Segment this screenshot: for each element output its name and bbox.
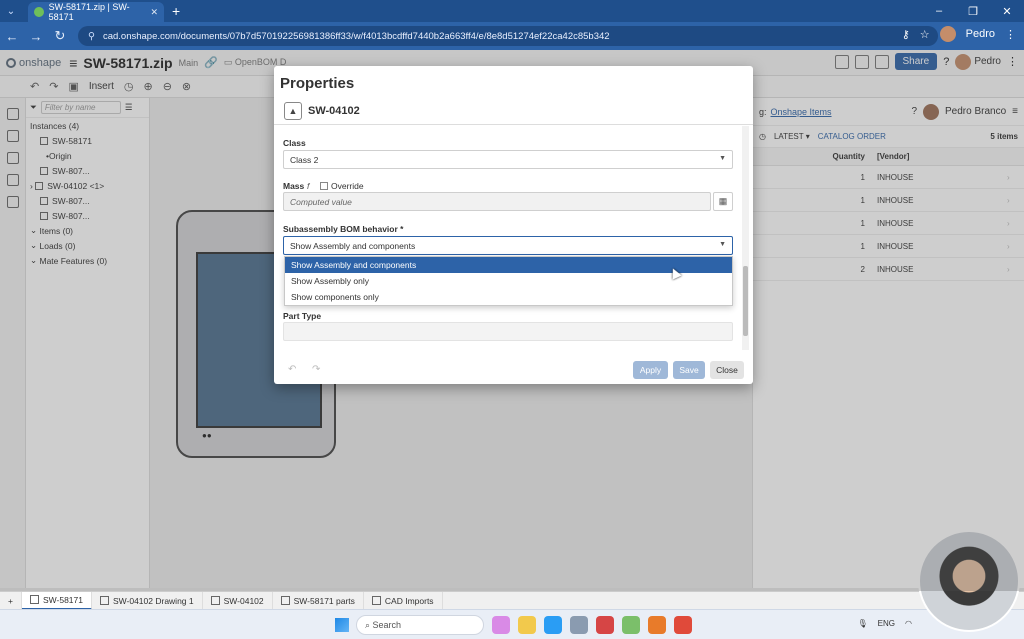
browser-profile-name[interactable]: Pedro — [966, 28, 995, 40]
search-icon: ⌕ — [365, 619, 373, 630]
tab-search-chevron-icon[interactable]: ⌄ — [0, 0, 22, 22]
browser-tab-title: SW-58171.zip | SW-58171 — [48, 2, 130, 22]
dialog-divider — [274, 124, 753, 125]
mass-label: Mass — [283, 181, 305, 191]
window-controls: – ❐ ✕ — [922, 0, 1024, 22]
doc-tab-label: SW-58171 parts — [293, 595, 355, 606]
part-name: SW-04102 — [308, 105, 360, 117]
system-tray: 🎙 ENG ◠ — [858, 619, 912, 628]
copilot-icon[interactable] — [492, 616, 510, 634]
class-value: Class 2 — [290, 154, 319, 165]
part-studio-icon — [280, 596, 290, 605]
doc-tab-label: SW-04102 — [223, 595, 264, 606]
windows-start-icon[interactable] — [335, 618, 349, 632]
bookmark-star-icon[interactable]: ☆ — [920, 28, 930, 41]
override-checkbox[interactable]: Override — [320, 181, 364, 191]
password-key-icon[interactable]: ⚷ — [902, 28, 910, 41]
language-indicator[interactable]: ENG — [878, 619, 895, 628]
chrome-icon[interactable] — [674, 616, 692, 634]
subassembly-bom-dropdown: Show Assembly and components Show Assemb… — [284, 256, 733, 306]
edge-icon[interactable] — [544, 616, 562, 634]
dropdown-option[interactable]: Show Assembly and components — [285, 257, 732, 273]
class-select[interactable]: Class 2 ▼ — [283, 150, 733, 169]
subassembly-bom-value: Show Assembly and components — [290, 240, 416, 251]
subassembly-bom-label: Subassembly BOM behavior * — [283, 224, 404, 234]
apply-button[interactable]: Apply — [633, 361, 668, 379]
windows-taskbar: ⌕ Search 🎙 ENG ◠ — [0, 609, 1024, 639]
doc-tab-label: CAD Imports — [384, 595, 434, 606]
document-tab-strip: + SW-58171 SW-04102 Drawing 1 SW-04102 S… — [0, 591, 1024, 610]
scrollbar-thumb[interactable] — [743, 266, 748, 336]
dropdown-option[interactable]: Show Assembly only — [285, 273, 732, 289]
url-field[interactable]: ⚲ cad.onshape.com/documents/07b7d5701922… — [78, 26, 938, 46]
override-label: Override — [331, 181, 364, 191]
assembly-icon — [210, 596, 220, 605]
properties-dialog: Properties ▲ SW-04102 Class Class 2 ▼ Ma… — [274, 66, 753, 384]
dialog-scrollbar[interactable] — [742, 126, 749, 350]
back-icon[interactable]: ← — [0, 29, 24, 44]
dialog-footer: ↶ ↷ Apply Save Close — [274, 356, 753, 384]
doc-tab-label: SW-04102 Drawing 1 — [112, 595, 194, 606]
doc-tab-parts[interactable]: SW-58171 parts — [273, 591, 364, 610]
taskbar-search[interactable]: ⌕ Search — [356, 615, 484, 635]
app-icon[interactable] — [622, 616, 640, 634]
address-bar-row: ← → ↻ ⚲ cad.onshape.com/documents/07b7d5… — [0, 22, 1024, 50]
doc-tab-assembly[interactable]: SW-58171 — [21, 591, 92, 610]
chevron-down-icon: ▼ — [719, 241, 726, 248]
redo-icon[interactable]: ↷ — [312, 364, 320, 375]
mass-value: Computed value — [290, 196, 352, 207]
wifi-icon[interactable]: ◠ — [905, 619, 912, 628]
taskbar-search-label: Search — [372, 620, 402, 630]
file-explorer-icon[interactable] — [518, 616, 536, 634]
dropdown-option[interactable]: Show components only — [285, 289, 732, 305]
part-type-label: Part Type — [283, 311, 322, 321]
browser-tab[interactable]: SW-58171.zip | SW-58171 ✕ — [28, 2, 164, 22]
assembly-icon — [29, 595, 39, 604]
url-text: cad.onshape.com/documents/07b7d570192256… — [102, 30, 610, 42]
doc-tab-cad-imports[interactable]: CAD Imports — [364, 591, 443, 610]
browser-menu-icon[interactable]: ⋮ — [1005, 28, 1016, 41]
chevron-down-icon: ▼ — [719, 155, 726, 162]
close-tab-icon[interactable]: ✕ — [150, 7, 158, 18]
part-header: ▲ SW-04102 — [284, 102, 360, 120]
mic-icon[interactable]: 🎙 — [858, 619, 868, 628]
formula-icon[interactable]: f — [307, 181, 309, 191]
forward-icon[interactable]: → — [24, 29, 48, 44]
class-label: Class — [283, 138, 306, 148]
restore-icon[interactable]: ❐ — [956, 5, 990, 18]
close-button[interactable]: Close — [710, 361, 744, 379]
reload-icon[interactable]: ↻ — [48, 28, 72, 44]
minimize-icon[interactable]: – — [922, 5, 956, 17]
settings-icon[interactable] — [570, 616, 588, 634]
profile-avatar[interactable] — [939, 26, 956, 42]
onshape-favicon-icon — [34, 7, 44, 17]
store-icon[interactable] — [648, 616, 666, 634]
doc-tab-drawing[interactable]: SW-04102 Drawing 1 — [92, 591, 203, 610]
assembly-part-icon: ▲ — [284, 102, 302, 120]
solidworks-icon[interactable] — [596, 616, 614, 634]
part-type-field[interactable] — [283, 322, 733, 341]
close-window-icon[interactable]: ✕ — [990, 5, 1024, 18]
save-button[interactable]: Save — [673, 361, 705, 379]
checkbox-icon[interactable] — [320, 182, 328, 190]
taskbar-apps — [492, 616, 692, 634]
calculator-icon[interactable]: ▦ — [713, 192, 733, 211]
undo-icon[interactable]: ↶ — [288, 364, 296, 375]
site-info-icon[interactable]: ⚲ — [88, 31, 95, 42]
drawing-icon — [99, 596, 109, 605]
subassembly-bom-select[interactable]: Show Assembly and components ▼ — [283, 236, 733, 255]
address-bar-actions: ⚷ ☆ Pedro ⋮ — [902, 26, 1016, 42]
mass-field: Computed value — [283, 192, 711, 211]
new-tab-icon[interactable]: + — [172, 3, 180, 19]
doc-tab-label: SW-58171 — [42, 594, 83, 605]
folder-icon — [371, 596, 381, 605]
browser-tab-bar: ⌄ SW-58171.zip | SW-58171 ✕ + – ❐ ✕ — [0, 0, 1024, 22]
doc-tab-subassembly[interactable]: SW-04102 — [203, 591, 273, 610]
dialog-title: Properties — [280, 75, 355, 92]
add-tab-button[interactable]: + — [0, 591, 22, 610]
